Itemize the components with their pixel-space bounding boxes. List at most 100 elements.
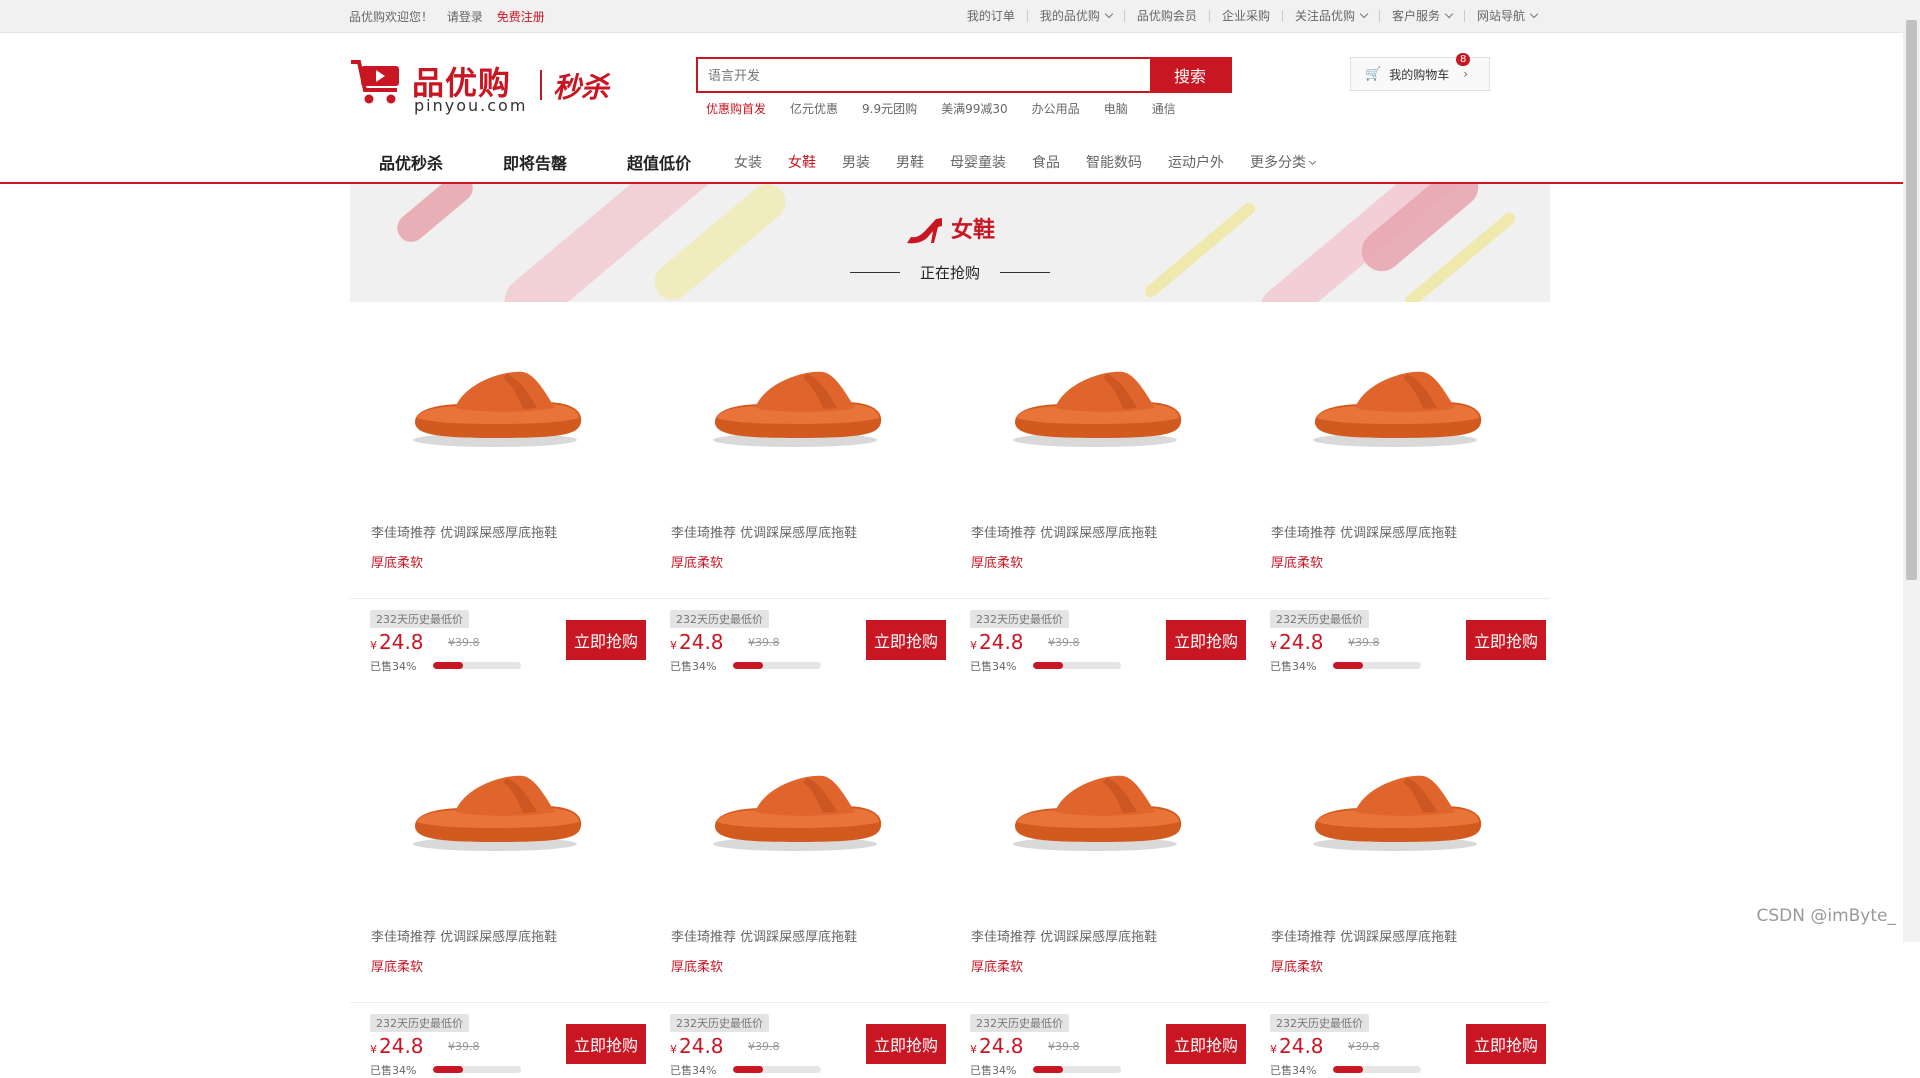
product-name[interactable]: 李佳琦推荐 优调踩屎感厚底拖鞋 (1271, 926, 1457, 945)
price-value: 24.8 (979, 1034, 1024, 1058)
product-card[interactable]: 李佳琦推荐 优调踩屎感厚底拖鞋 厚底柔软 232天历史最低价 ¥24.8 ¥39.8 已售… (950, 302, 1250, 674)
shortcut-links: 我的订单 我的品优购 品优购会员 企业采购 关注品优购 客户服务 网站导航 (955, 9, 1549, 23)
shortcut-link-label: 网站导航 (1476, 9, 1525, 23)
search-input[interactable] (698, 59, 1150, 91)
product-card[interactable]: 李佳琦推荐 优调踩屎感厚底拖鞋 厚底柔软 232天历史最低价 ¥24.8 ¥39.8 已售… (350, 706, 650, 1078)
product-name[interactable]: 李佳琦推荐 优调踩屎感厚底拖鞋 (971, 522, 1157, 541)
hot-word-link[interactable]: 办公用品 (1032, 100, 1080, 117)
nav-main-item[interactable]: 超值低价 (597, 150, 721, 174)
price-value: 24.8 (1279, 630, 1324, 654)
login-link[interactable]: 请登录 (447, 10, 483, 24)
vertical-scrollbar[interactable] (1903, 0, 1920, 942)
nav-category-item[interactable]: 更多分类 (1237, 152, 1328, 172)
buy-now-button[interactable]: 立即抢购 (1466, 620, 1546, 660)
search-button[interactable]: 搜索 (1150, 59, 1230, 91)
cart-icon: 🛒 (1365, 66, 1382, 82)
product-image[interactable] (1295, 756, 1495, 866)
product-card[interactable]: 李佳琦推荐 优调踩屎感厚底拖鞋 厚底柔软 232天历史最低价 ¥24.8 ¥39.8 已售… (950, 706, 1250, 1078)
shortcut-link[interactable]: 网站导航 (1463, 9, 1549, 23)
shortcut-link[interactable]: 我的品优购 (1026, 9, 1124, 23)
product-tag: 厚底柔软 (371, 960, 424, 975)
nav-main-item[interactable]: 品优秒杀 (349, 150, 473, 174)
product-name[interactable]: 李佳琦推荐 优调踩屎感厚底拖鞋 (371, 522, 557, 541)
card-divider (650, 598, 950, 599)
hot-word-link[interactable]: 优惠购首发 (706, 100, 766, 117)
shortcut-link[interactable]: 关注品优购 (1281, 9, 1379, 22)
divider-line (1000, 272, 1050, 273)
product-image[interactable] (1295, 352, 1495, 462)
logo-domain: pinyou.com (414, 96, 528, 115)
shortcut-link[interactable]: 品优购会员 (1123, 10, 1209, 22)
product-price: ¥24.8 (370, 630, 424, 654)
buy-now-button[interactable]: 立即抢购 (566, 620, 646, 660)
shortcut-link[interactable]: 客户服务 (1378, 9, 1464, 22)
buy-now-button[interactable]: 立即抢购 (1166, 620, 1246, 660)
sold-progress-fill (733, 1066, 763, 1073)
product-card[interactable]: 李佳琦推荐 优调踩屎感厚底拖鞋 厚底柔软 232天历史最低价 ¥24.8 ¥39.8 已售… (350, 302, 650, 674)
product-price: ¥24.8 (670, 630, 724, 654)
nav-category-label: 女装 (734, 155, 763, 171)
buy-now-button[interactable]: 立即抢购 (566, 1024, 646, 1064)
product-row: 李佳琦推荐 优调踩屎感厚底拖鞋 厚底柔软 232天历史最低价 ¥24.8 ¥39.8 已售… (350, 302, 1550, 674)
product-name[interactable]: 李佳琦推荐 优调踩屎感厚底拖鞋 (1271, 522, 1457, 541)
nav-main-item[interactable]: 即将告罄 (473, 150, 597, 174)
product-name[interactable]: 李佳琦推荐 优调踩屎感厚底拖鞋 (671, 522, 857, 541)
nav-category-item[interactable]: 女鞋 (775, 152, 829, 172)
currency-symbol: ¥ (1270, 639, 1277, 652)
buy-now-button[interactable]: 立即抢购 (866, 620, 946, 660)
currency-symbol: ¥ (670, 1043, 677, 1056)
nav-category-item[interactable]: 女装 (721, 152, 775, 172)
nav-category-item[interactable]: 男装 (829, 152, 883, 172)
product-name[interactable]: 李佳琦推荐 优调踩屎感厚底拖鞋 (371, 926, 557, 945)
shopping-cart-button[interactable]: 🛒 我的购物车 › 8 (1350, 53, 1490, 91)
product-card[interactable]: 李佳琦推荐 优调踩屎感厚底拖鞋 厚底柔软 232天历史最低价 ¥24.8 ¥39.8 已售… (1250, 302, 1550, 674)
shortcut-link[interactable]: 企业采购 (1208, 10, 1282, 22)
buy-now-button[interactable]: 立即抢购 (866, 1024, 946, 1064)
nav-category-item[interactable]: 食品 (1019, 152, 1073, 172)
nav-category-item[interactable]: 智能数码 (1073, 152, 1155, 172)
hot-word-link[interactable]: 通信 (1152, 100, 1176, 117)
register-link[interactable]: 免费注册 (497, 10, 545, 24)
price-value: 24.8 (1279, 1034, 1324, 1058)
search-box: 搜索 (696, 57, 1232, 93)
product-image[interactable] (995, 352, 1195, 462)
price-history-badge: 232天历史最低价 (1270, 1014, 1369, 1032)
sold-progress-fill (433, 662, 463, 669)
price-value: 24.8 (979, 630, 1024, 654)
sold-percent: 已售34% (1270, 1064, 1317, 1077)
nav-category-item[interactable]: 母婴童装 (937, 152, 1019, 172)
product-price: ¥24.8 (670, 1034, 724, 1058)
product-name[interactable]: 李佳琦推荐 优调踩屎感厚底拖鞋 (971, 926, 1157, 945)
scrollbar-thumb[interactable] (1906, 20, 1917, 580)
buy-now-button[interactable]: 立即抢购 (1466, 1024, 1546, 1064)
product-image[interactable] (395, 756, 595, 866)
sold-progress-bar (733, 662, 821, 669)
product-name[interactable]: 李佳琦推荐 优调踩屎感厚底拖鞋 (671, 926, 857, 945)
product-image[interactable] (395, 352, 595, 462)
product-card[interactable]: 李佳琦推荐 优调踩屎感厚底拖鞋 厚底柔软 232天历史最低价 ¥24.8 ¥39.8 已售… (650, 302, 950, 674)
product-card[interactable]: 李佳琦推荐 优调踩屎感厚底拖鞋 厚底柔软 232天历史最低价 ¥24.8 ¥39.8 已售… (650, 706, 950, 1078)
hot-word-link[interactable]: 电脑 (1104, 100, 1128, 117)
hot-word-link[interactable]: 9.9元团购 (862, 100, 917, 117)
product-image[interactable] (695, 756, 895, 866)
nav-category-label: 男装 (842, 155, 871, 171)
site-logo[interactable]: 品优购 pinyou.com 秒杀 (349, 56, 609, 116)
hot-word-link[interactable]: 美满99减30 (941, 100, 1008, 117)
original-price: ¥39.8 (448, 1040, 480, 1053)
banner-subtitle: 正在抢购 (919, 264, 980, 282)
price-history-badge: 232天历史最低价 (670, 1014, 769, 1032)
product-image[interactable] (695, 352, 895, 462)
product-card[interactable]: 李佳琦推荐 优调踩屎感厚底拖鞋 厚底柔软 232天历史最低价 ¥24.8 ¥39.8 已售… (1250, 706, 1550, 1078)
cart-count-badge: 8 (1456, 53, 1471, 66)
hot-word-link[interactable]: 亿元优惠 (790, 100, 838, 117)
buy-now-button[interactable]: 立即抢购 (1166, 1024, 1246, 1064)
shortcut-link-label: 我的品优购 (1039, 9, 1100, 23)
product-image[interactable] (995, 756, 1195, 866)
chevron-right-icon: › (1463, 67, 1469, 81)
sold-progress-fill (733, 662, 763, 669)
nav-category-item[interactable]: 男鞋 (883, 152, 937, 172)
nav-category-item[interactable]: 运动户外 (1155, 152, 1237, 172)
cart-label: 我的购物车 (1389, 67, 1450, 82)
shortcut-link[interactable]: 我的订单 (955, 10, 1027, 22)
original-price: ¥39.8 (1048, 1040, 1080, 1053)
